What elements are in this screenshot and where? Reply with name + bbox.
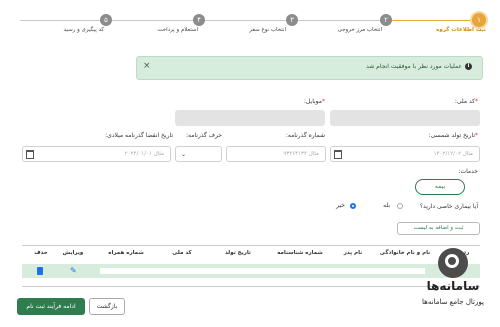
step-5-dot: ۵ [100,14,112,26]
column-header: حذف [34,250,48,256]
step-5-label: کد پیگیری و رسید [63,27,104,33]
birthdate-label: *تاریخ تولد شمسی: [428,132,478,139]
back-button[interactable]: بازگشت [89,298,125,315]
id-number-label: شماره گذرنامه: [285,132,325,139]
national-code-field[interactable] [330,110,480,126]
passport-expiry-placeholder: مثال ۲۰۲۴/۰۱/۰۱ [124,151,164,157]
id-number-input[interactable]: مثال ۹۳۴۶۴۱۳۴ [226,146,326,162]
step-1-label: ثبت اطلاعات گروه [436,27,486,33]
mobile-field[interactable] [175,110,325,126]
mobile-label: *موبایل: [303,98,325,105]
step-3-label: انتخاب نوع سفر [249,27,286,33]
step-2-dot: ۲ [380,14,392,26]
calendar-icon[interactable] [26,150,34,159]
masked-row-data [100,268,425,274]
pencil-icon[interactable]: ✎ [70,266,77,275]
logo-icon [438,248,468,278]
passport-expiry-label: تاریخ انقضا گذرنامه میلادی: [105,132,173,139]
step-2-label: انتخاب مرز خروجی [337,27,382,33]
passport-letter-select[interactable]: ⌄ [175,146,222,162]
success-alert: i عملیات مورد نظر با موفقیت انجام شد × [136,56,483,80]
id-number-placeholder: مثال ۹۳۴۶۴۱۳۴ [283,151,319,157]
step-4-dot: ۴ [193,14,205,26]
trash-icon[interactable] [37,267,43,275]
chevron-down-icon: ⌄ [181,151,187,158]
calendar-icon[interactable] [334,150,342,159]
disease-question: آیا بیماری خاصی دارید؟ [419,203,478,210]
birthdate-placeholder: مثال ۱۴۰۲/۱۲/۰۲ [433,151,473,157]
site-logo: سامانه‌ها پورتال جامع سامانه‌ها [408,248,498,324]
column-header: ویرایش [62,250,84,256]
yes-radio[interactable] [397,203,403,209]
passport-letter-label: حرف گذرنامه: [186,132,222,139]
insurance-service-pill[interactable]: بیمه [415,179,465,195]
logo-name: سامانه‌ها [426,279,480,293]
step-connector [390,20,485,21]
no-label: خیر [336,202,345,209]
step-3-dot: ۳ [286,14,298,26]
yes-label: بله [383,202,390,209]
column-header: تاریخ تولد [225,250,251,256]
alert-message: عملیات مورد نظر با موفقیت انجام شد [366,63,462,70]
services-label: خدمات: [458,168,478,175]
progress-stepper: ۱ ثبت اطلاعات گروه ۲ انتخاب مرز خروجی ۳ … [0,0,500,45]
add-to-list-button[interactable]: ثبت و اضافه به لیست [397,222,480,235]
no-radio[interactable] [350,203,356,209]
national-code-label: *کد ملی: [454,98,478,105]
step-4-label: استعلام و پرداخت [157,27,198,33]
step-connector [20,20,390,21]
column-header: شماره همراه [108,250,144,256]
column-header: نام پدر [343,250,363,256]
passport-expiry-input[interactable]: مثال ۲۰۲۴/۰۱/۰۱ [22,146,171,162]
column-header: کد ملی [172,250,192,256]
logo-subtitle: پورتال جامع سامانه‌ها [422,298,484,306]
column-header: شماره شناسنامه [277,250,323,256]
continue-registration-button[interactable]: ادامه فرآیند ثبت نام [17,298,85,315]
birthdate-input[interactable]: مثال ۱۴۰۲/۱۲/۰۲ [330,146,480,162]
step-1-dot: ۱ [472,13,486,27]
info-icon: i [465,63,472,70]
close-icon[interactable]: × [143,61,151,71]
